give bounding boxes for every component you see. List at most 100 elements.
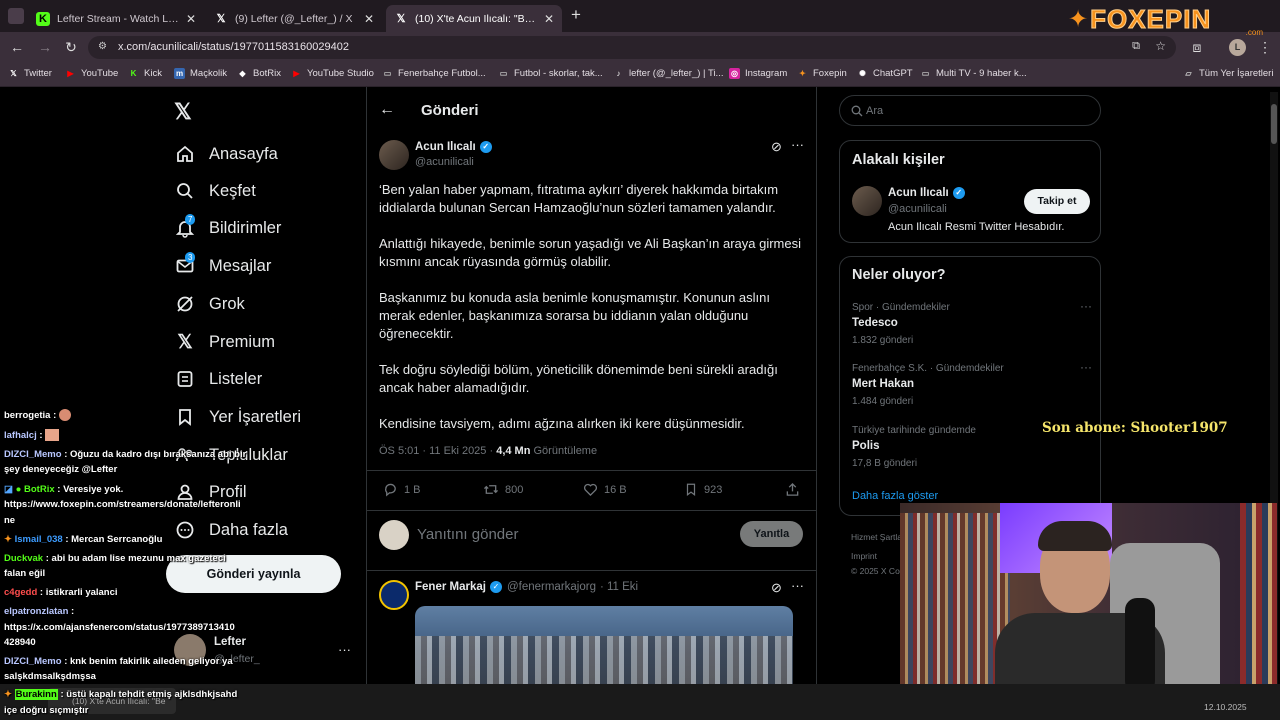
chat-message: berrogetia : [4, 409, 71, 422]
bookmark-button[interactable]: 923 [684, 482, 722, 497]
close-icon[interactable]: ✕ [544, 12, 554, 26]
search-box[interactable]: Ara [839, 95, 1101, 126]
reply-author-avatar[interactable] [379, 580, 409, 610]
chat-text: : Oğuzu da kadro dışı bıraksanıza abi bi… [64, 449, 247, 460]
x-logo-icon[interactable]: 𝕏 [174, 99, 192, 125]
chat-message: falan eğil [4, 567, 45, 580]
follow-button[interactable]: Takip et [1024, 189, 1090, 214]
trend-meta: Fenerbahçe S.K. · Gündemdekiler [852, 363, 1004, 374]
chat-text: : Veresiye yok. [57, 484, 124, 495]
install-icon[interactable]: ⧉ [1132, 40, 1140, 53]
back-button[interactable]: ← [8, 38, 26, 56]
sidebar-item-grok[interactable]: Grok [174, 289, 245, 319]
reply-button[interactable]: 1 B [383, 482, 421, 497]
tab-search-icon[interactable] [8, 8, 24, 24]
show-more-link[interactable]: Daha fazla göster [852, 490, 938, 502]
trend-item[interactable]: Fenerbahçe S.K. · Gündemdekiler Mert Hak… [852, 360, 1092, 407]
share-button[interactable] [785, 482, 806, 497]
back-arrow-icon[interactable]: ← [379, 101, 395, 119]
all-bookmarks[interactable]: ▱ Tüm Yer İşaretleri [1183, 68, 1273, 79]
reply-count: 1 B [404, 483, 421, 496]
x-icon: 𝕏 [10, 69, 17, 78]
bookmark-youtube-studio[interactable]: ▶ YouTube Studio [291, 68, 374, 79]
sidebar-item-notifications[interactable]: 7 Bildirimler [174, 213, 281, 243]
bookmark-count: 923 [704, 483, 723, 496]
chat-message: c4gedd : istikrarli yalanci [4, 586, 118, 599]
tab-lefter-profile[interactable]: 𝕏 (9) Lefter (@_Lefter_) / X ✕ [206, 5, 382, 32]
related-name-row[interactable]: Acun Ilıcalı ✓ [888, 187, 965, 199]
footer-copyright: © 2025 X Co [851, 566, 900, 576]
trend-more-icon[interactable]: ··· [1080, 299, 1092, 313]
related-avatar[interactable] [852, 186, 882, 216]
sidebar-item-explore[interactable]: Keşfet [174, 176, 256, 206]
bookmark-twitter[interactable]: 𝕏 Twitter [8, 68, 52, 79]
tab-title: (9) Lefter (@_Lefter_) / X [235, 12, 353, 25]
like-button[interactable]: 16 B [583, 482, 627, 497]
sidebar-item-more[interactable]: Daha fazla [174, 515, 288, 545]
bookmark-tiktok[interactable]: ♪ lefter (@_lefter_) | Ti... [613, 68, 724, 79]
reply-author-row[interactable]: Fener Markaj ✓ @fenermarkajorg · 11 Eki [415, 581, 638, 593]
close-icon[interactable]: ✕ [364, 12, 374, 26]
more-options-icon[interactable]: ··· [791, 578, 804, 593]
sidebar-item-home[interactable]: Anasayfa [174, 139, 278, 169]
chat-text: ne [4, 515, 16, 526]
address-bar[interactable]: ⚙ x.com/acunilicali/status/1977011583160… [88, 36, 1176, 59]
bookmark-multitv[interactable]: ▭ Multi TV - 9 haber k... [920, 68, 1027, 79]
badge-icon: ✦ [4, 689, 12, 700]
tab-lefter-stream[interactable]: K Lefter Stream - Watch Live on F ✕ [28, 5, 204, 32]
extensions-icon[interactable]: ⧈ [1188, 38, 1206, 56]
sidebar-item-bookmarks[interactable]: Yer İşaretleri [174, 402, 301, 432]
account-more-icon[interactable]: ··· [338, 642, 351, 657]
sidebar-item-lists[interactable]: Listeler [174, 364, 262, 394]
trend-item[interactable]: Spor · Gündemdekiler Tedesco 1.832 gönde… [852, 299, 1092, 346]
more-options-icon[interactable]: ··· [791, 137, 804, 152]
bookmark-instagram[interactable]: ◎ Instagram [729, 68, 787, 79]
home-icon [174, 143, 196, 165]
bookmark-foxepin[interactable]: ✦ Foxepin [797, 68, 847, 79]
chat-user: lafhalcj [4, 430, 37, 441]
close-icon[interactable]: ✕ [186, 12, 196, 26]
reply-input[interactable]: Yanıtını gönder [417, 526, 518, 543]
author-avatar[interactable] [379, 140, 409, 170]
sidebar-item-label: Anasayfa [209, 144, 278, 163]
taskbar-clock: 12.10.2025 [1204, 702, 1247, 712]
grok-icon[interactable]: ⊘ [771, 139, 782, 155]
bookmark-youtube[interactable]: ▶ YouTube [65, 68, 118, 79]
bookmark-fenerbahce[interactable]: ▭ Fenerbahçe Futbol... [382, 68, 486, 79]
bookmark-botrix[interactable]: ◆ BotRix [237, 68, 281, 79]
menu-icon[interactable]: ⋮ [1256, 38, 1274, 56]
divider [367, 470, 816, 471]
reply-icon [385, 483, 396, 497]
bookmark-label: Tüm Yer İşaretleri [1199, 68, 1274, 79]
emote-icon [45, 429, 60, 442]
bookmark-futbol-skorlar[interactable]: ▭ Futbol - skorlar, tak... [498, 68, 603, 79]
footer-link[interactable]: Imprint [851, 551, 877, 561]
chat-message: salşkdmsalkşdmşsa [4, 670, 96, 683]
author-name-row[interactable]: Acun Ilıcalı ✓ [415, 141, 492, 153]
chat-text: : istikrarli yalanci [39, 587, 118, 598]
footer-link[interactable]: Hizmet Şartla [851, 532, 902, 542]
bookmark-icon [174, 406, 196, 428]
repost-button[interactable]: 800 [483, 482, 523, 497]
trend-more-icon[interactable]: ··· [1080, 360, 1092, 374]
bookmark-label: Foxepin [813, 68, 847, 79]
site-info-icon[interactable]: ⚙ [98, 41, 107, 52]
reply-submit-button[interactable]: Yanıtla [740, 521, 803, 547]
tab-acun-tweet[interactable]: 𝕏 (10) X'te Acun Ilıcalı: "Ben yalan ✕ [386, 5, 562, 32]
forward-button[interactable]: → [36, 38, 54, 56]
tweet-time: ÖS 5:01 · 11 Eki 2025 · [379, 445, 494, 457]
bookmark-label: YouTube [81, 68, 119, 79]
star-icon[interactable]: ☆ [1155, 39, 1166, 53]
profile-avatar[interactable]: L [1229, 39, 1246, 56]
scrollbar-thumb[interactable] [1271, 104, 1277, 144]
sidebar-item-premium[interactable]: 𝕏 Premium [174, 327, 275, 357]
reload-button[interactable]: ↻ [62, 38, 80, 56]
new-tab-button[interactable]: + [566, 6, 586, 26]
bookmark-mackolik[interactable]: m Maçkolik [174, 68, 227, 79]
chat-user: berrogetia [4, 410, 51, 421]
bookmark-chatgpt[interactable]: ✺ ChatGPT [857, 68, 912, 79]
bookmark-kick[interactable]: K Kick [128, 68, 162, 79]
grok-icon[interactable]: ⊘ [771, 580, 782, 596]
page-title: Gönderi [421, 102, 479, 119]
sidebar-item-messages[interactable]: 3 Mesajlar [174, 251, 271, 281]
